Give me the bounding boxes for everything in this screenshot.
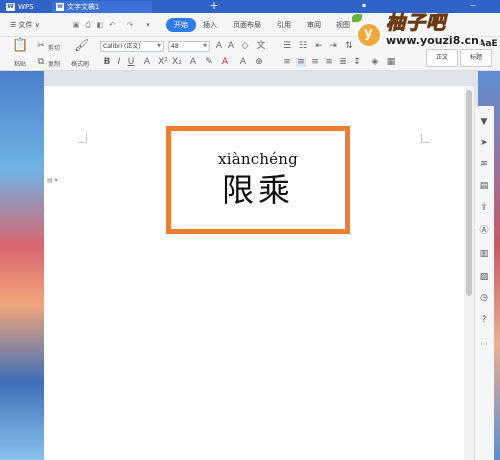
image-icon[interactable]: ▨ [477, 271, 491, 283]
bold-icon[interactable]: B [102, 58, 112, 67]
chinese-text: 限乘 [221, 171, 294, 209]
enclose-char-icon[interactable]: ⊕ [254, 58, 264, 67]
redo-icon[interactable]: ↷ [126, 21, 134, 29]
align-right-icon[interactable]: ≡ [310, 58, 320, 67]
share-icon[interactable]: ⇪ [477, 202, 491, 214]
page-marker-icon[interactable]: ▤ ▾ [47, 177, 63, 185]
shrink-font-icon[interactable]: A [226, 42, 236, 51]
font-name-value: Calibri (正文) [103, 43, 141, 50]
line-spacing-icon[interactable]: ↕ [352, 58, 362, 67]
tab-insert[interactable]: 插入 [203, 18, 217, 32]
more-options-icon[interactable]: ··· [477, 340, 491, 349]
tab-page-layout[interactable]: 页面布局 [233, 18, 261, 32]
document-tab[interactable]: W 文字文稿1 [52, 1, 152, 13]
italic-icon[interactable]: I [114, 58, 124, 67]
align-left-icon[interactable]: ≡ [282, 58, 292, 67]
scrollbar-thumb[interactable] [466, 90, 472, 296]
copy-button[interactable]: 复制 [46, 59, 62, 68]
copy-icon[interactable]: ⧉ [36, 58, 46, 67]
cut-button[interactable]: 剪切 [46, 43, 62, 52]
pinyin-guide-icon[interactable]: 文 [256, 42, 266, 51]
select-pointer-icon[interactable]: ➤ [477, 137, 491, 149]
paste-button[interactable]: 粘贴 [10, 59, 30, 68]
watermark-brand: 柚子吧 [385, 12, 447, 35]
justify-icon[interactable]: ≡ [324, 58, 334, 67]
watermark-url: www.youzi8.cn [384, 34, 481, 47]
paste-icon[interactable]: 📋 [12, 39, 28, 55]
increase-indent-icon[interactable]: ⇥ [328, 42, 338, 51]
grow-font-icon[interactable]: A [214, 42, 224, 51]
distributed-icon[interactable]: ≣ [338, 58, 348, 67]
document-tab-label: 文字文稿1 [67, 3, 100, 11]
borders-icon[interactable]: ▦ [386, 58, 396, 67]
font-size-select[interactable]: 48 ▼ [168, 41, 210, 52]
tab-start[interactable]: 开始 [166, 18, 196, 32]
translate-icon[interactable]: Ⓐ [477, 225, 491, 237]
file-menu[interactable]: ☰ 文件 ∨ [10, 18, 40, 32]
numbering-icon[interactable]: ☷ [298, 42, 308, 51]
new-tab-button[interactable]: + [208, 0, 220, 13]
cut-icon[interactable]: ✂ [36, 42, 46, 51]
char-shading-icon[interactable]: A [238, 58, 248, 67]
superscript-icon[interactable]: X² [158, 58, 168, 67]
clear-format-icon[interactable]: ◇ [240, 42, 250, 51]
tab-review[interactable]: 审阅 [307, 18, 321, 32]
document-icon: W [56, 3, 64, 11]
margin-corner-top-right [421, 134, 430, 143]
tab-references[interactable]: 引用 [277, 18, 291, 32]
font-name-select[interactable]: Calibri (正文) ▼ [100, 41, 164, 52]
format-painter-button[interactable]: 格式刷 [66, 59, 94, 68]
subscript-icon[interactable]: X₂ [172, 58, 182, 67]
wps-home-tab[interactable]: W WPS [2, 1, 48, 13]
decrease-indent-icon[interactable]: ⇤ [314, 42, 324, 51]
preview-icon[interactable]: ◧ [96, 21, 104, 29]
help-icon[interactable]: ? [477, 314, 491, 326]
align-center-icon[interactable]: ≡ [296, 58, 306, 67]
highlight-icon[interactable]: ✎ [204, 58, 214, 67]
undo-icon[interactable]: ↶ [108, 21, 116, 29]
collapse-icon[interactable]: ▼ [477, 116, 491, 128]
margin-corner-top-left [78, 134, 87, 143]
strikethrough-icon[interactable]: A [142, 58, 152, 67]
bullets-icon[interactable]: ☰ [282, 42, 292, 51]
font-size-value: 48 [171, 43, 179, 50]
desktop-background-left [0, 71, 44, 460]
history-icon[interactable]: ◷ [477, 292, 491, 304]
customize-icon[interactable]: ▾ [144, 21, 152, 29]
format-painter-icon[interactable]: 🖌 [74, 39, 89, 55]
chevron-down-icon: ▼ [157, 43, 161, 49]
wps-home-tab-label: WPS [18, 3, 34, 11]
underline-icon[interactable]: U [126, 58, 136, 67]
logo-letter: y [364, 26, 373, 41]
leaf-icon [352, 14, 362, 22]
font-color-icon[interactable]: A [220, 58, 230, 67]
pinyin-text: xiànchéng [218, 150, 298, 168]
layout-icon[interactable]: ▥ [477, 248, 491, 260]
shading-icon[interactable]: ◈ [370, 58, 380, 67]
tab-view[interactable]: 视图 [336, 18, 350, 32]
print-icon[interactable]: ⎙ [84, 21, 92, 29]
style-icon[interactable]: ≋ [477, 158, 491, 170]
chevron-down-icon: ▼ [203, 43, 207, 49]
document-tools-icon[interactable]: ▤ [477, 180, 491, 192]
text-effect-icon[interactable]: A [188, 58, 198, 67]
wps-logo-icon: W [6, 3, 15, 11]
save-icon[interactable]: ▣ [72, 21, 80, 29]
